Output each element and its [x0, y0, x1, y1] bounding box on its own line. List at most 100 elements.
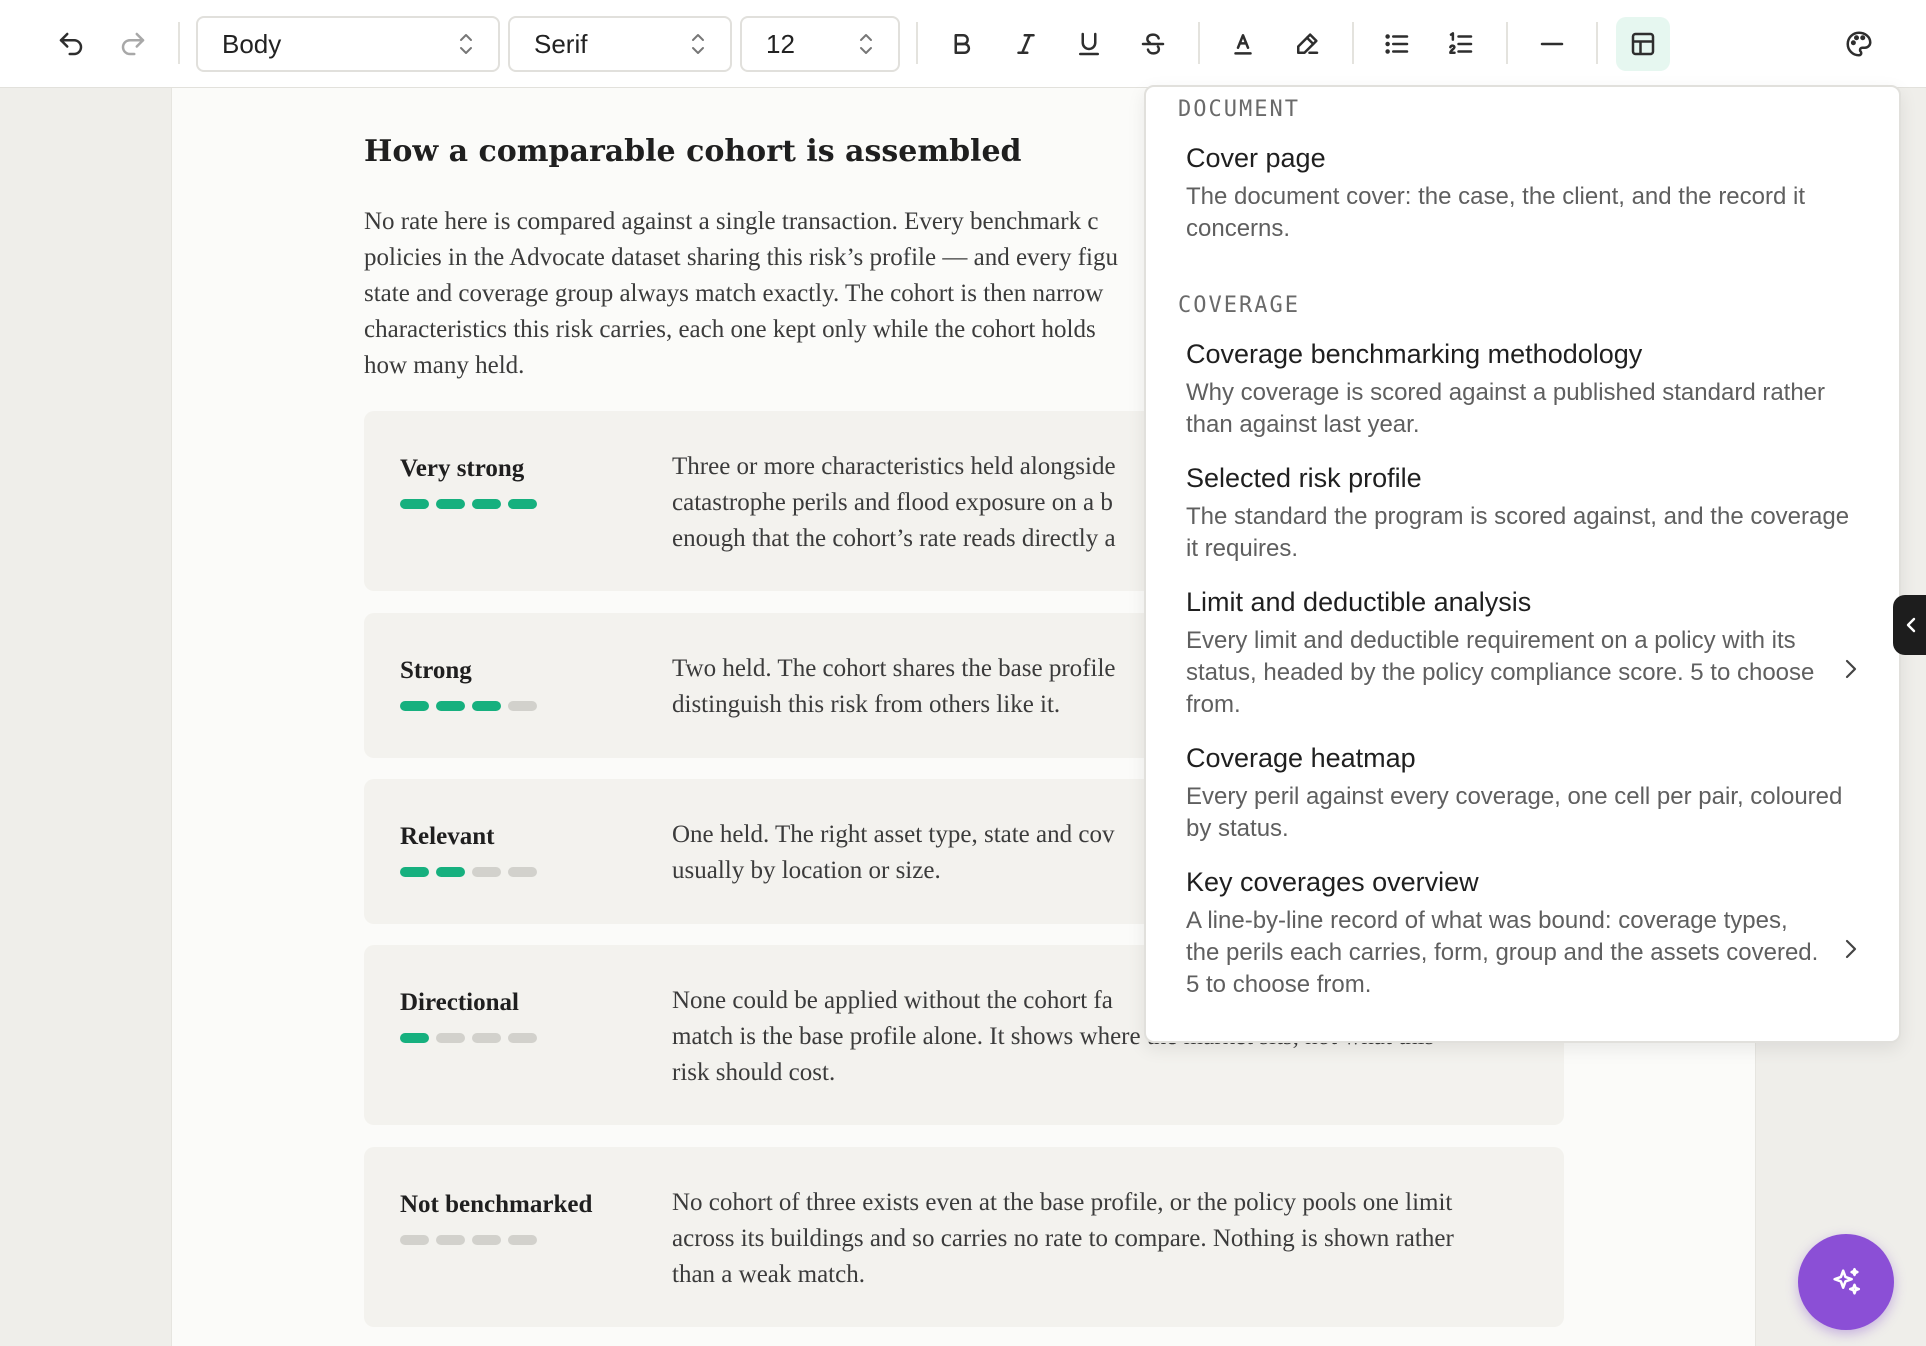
tier-strength-meter [400, 1033, 537, 1043]
strength-dot [400, 1033, 429, 1043]
strength-dot [472, 867, 501, 877]
tier-strength-meter [400, 1235, 537, 1245]
bullet-list-button[interactable] [1372, 19, 1422, 69]
strength-dot [472, 701, 501, 711]
strength-dot [400, 1235, 429, 1245]
insert-block-menu: DOCUMENT Cover page The document cover: … [1144, 85, 1901, 1043]
strikethrough-icon [1141, 33, 1165, 55]
menu-group-heading: COVERAGE [1178, 293, 1300, 318]
undo-button[interactable] [46, 19, 96, 69]
italic-button[interactable] [1001, 19, 1051, 69]
font-size-value: 12 [766, 28, 795, 59]
chevron-up-down-icon [692, 34, 704, 54]
font-size-select[interactable]: 12 [740, 16, 900, 72]
tier-label: Strong [400, 657, 472, 684]
toolbar-divider [178, 22, 180, 64]
ai-assistant-button[interactable] [1798, 1234, 1894, 1330]
chevron-right-icon [1845, 939, 1857, 959]
menu-item-description: A line-by-line record of what was bound:… [1186, 907, 1819, 998]
bold-button[interactable] [937, 19, 987, 69]
menu-item-title: Cover page [1186, 143, 1326, 173]
strength-dot [436, 1033, 465, 1043]
strength-dot [508, 1033, 537, 1043]
horizontal-rule-button[interactable] [1527, 19, 1577, 69]
toolbar-divider [916, 22, 918, 64]
theme-button[interactable] [1834, 19, 1884, 69]
strength-dot [400, 701, 429, 711]
description-line: than a weak match. [672, 1261, 865, 1288]
chevron-left-icon [1906, 617, 1916, 633]
chevron-right-icon [1845, 659, 1857, 679]
bold-icon [954, 34, 971, 54]
highlighter-icon [1297, 33, 1319, 54]
strength-dot [508, 1235, 537, 1245]
chevron-up-down-icon [460, 34, 472, 54]
menu-item-coverage-heatmap[interactable]: Coverage heatmap Every peril against eve… [1186, 741, 1876, 845]
strength-dot [436, 867, 465, 877]
numbered-list-button[interactable] [1436, 19, 1486, 69]
menu-item-title: Coverage benchmarking methodology [1186, 339, 1643, 369]
menu-item-description: Why coverage is scored against a publish… [1186, 379, 1826, 438]
table-icon [1631, 32, 1655, 56]
tier-label: Very strong [400, 455, 525, 482]
strength-dot [472, 1235, 501, 1245]
description-line: No cohort of three exists even at the ba… [672, 1189, 1453, 1216]
tier-strength-meter [400, 867, 537, 877]
toolbar-divider [1506, 22, 1508, 64]
strength-dot [508, 867, 537, 877]
menu-item-cover-page[interactable]: Cover page The document cover: the case,… [1186, 141, 1876, 245]
redo-button[interactable] [108, 19, 158, 69]
tier-label: Directional [400, 989, 519, 1016]
strength-dot [400, 867, 429, 877]
menu-item-description: Every peril against every coverage, one … [1186, 783, 1843, 842]
tier-description: No cohort of three exists even at the ba… [672, 1185, 1552, 1293]
text-color-button[interactable] [1218, 19, 1268, 69]
menu-item-title: Selected risk profile [1186, 463, 1422, 493]
tier-strength-meter [400, 499, 537, 509]
menu-item-title: Coverage heatmap [1186, 743, 1416, 773]
strength-dot [508, 701, 537, 711]
italic-icon [1017, 34, 1035, 54]
menu-item-title: Key coverages overview [1186, 867, 1479, 897]
underline-button[interactable] [1064, 19, 1114, 69]
highlight-button[interactable] [1282, 19, 1332, 69]
text-color-icon [1234, 34, 1252, 55]
menu-item-limit-and-deductible-analysis[interactable]: Limit and deductible analysis Every limi… [1186, 585, 1876, 721]
menu-item-title: Limit and deductible analysis [1186, 587, 1532, 617]
editor-toolbar: Body Serif 12 [0, 0, 1926, 88]
strength-dot [508, 499, 537, 509]
toolbar-divider [1198, 22, 1200, 64]
tier-label: Not benchmarked [400, 1191, 593, 1218]
toolbar-divider [1352, 22, 1354, 64]
strikethrough-button[interactable] [1128, 19, 1178, 69]
bullet-list-icon [1385, 34, 1409, 54]
menu-group-heading: DOCUMENT [1178, 97, 1300, 122]
sidebar-toggle[interactable] [1893, 595, 1926, 655]
section-heading: How a comparable cohort is assembled [364, 134, 1022, 169]
strength-dot [436, 499, 465, 509]
menu-item-key-coverages-overview[interactable]: Key coverages overview A line-by-line re… [1186, 865, 1876, 1001]
font-family-value: Serif [534, 28, 588, 59]
tier-label: Relevant [400, 823, 495, 850]
description-line: across its buildings and so carries no r… [672, 1225, 1454, 1252]
insert-block-button[interactable] [1616, 17, 1670, 71]
menu-item-description: Every limit and deductible requirement o… [1186, 627, 1815, 718]
sparkle-icon [1833, 1267, 1861, 1295]
tier-strength-meter [400, 701, 537, 711]
strength-dot [472, 1033, 501, 1043]
menu-item-coverage-benchmarking-methodology[interactable]: Coverage benchmarking methodology Why co… [1186, 337, 1876, 441]
paragraph-style-value: Body [222, 28, 282, 59]
horizontal-rule-icon [1540, 42, 1564, 46]
paragraph-style-select[interactable]: Body [196, 16, 500, 72]
redo-icon [121, 32, 145, 56]
description-line: risk should cost. [672, 1059, 836, 1086]
menu-item-description: The standard the program is scored again… [1186, 503, 1850, 562]
font-family-select[interactable]: Serif [508, 16, 732, 72]
chevron-up-down-icon [860, 34, 872, 54]
strength-dot [400, 499, 429, 509]
menu-item-selected-risk-profile[interactable]: Selected risk profile The standard the p… [1186, 461, 1876, 565]
strength-dot [436, 1235, 465, 1245]
benchmark-tier-card: Not benchmarked No cohort of three exist… [364, 1147, 1564, 1327]
underline-icon [1079, 32, 1099, 56]
strength-dot [436, 701, 465, 711]
